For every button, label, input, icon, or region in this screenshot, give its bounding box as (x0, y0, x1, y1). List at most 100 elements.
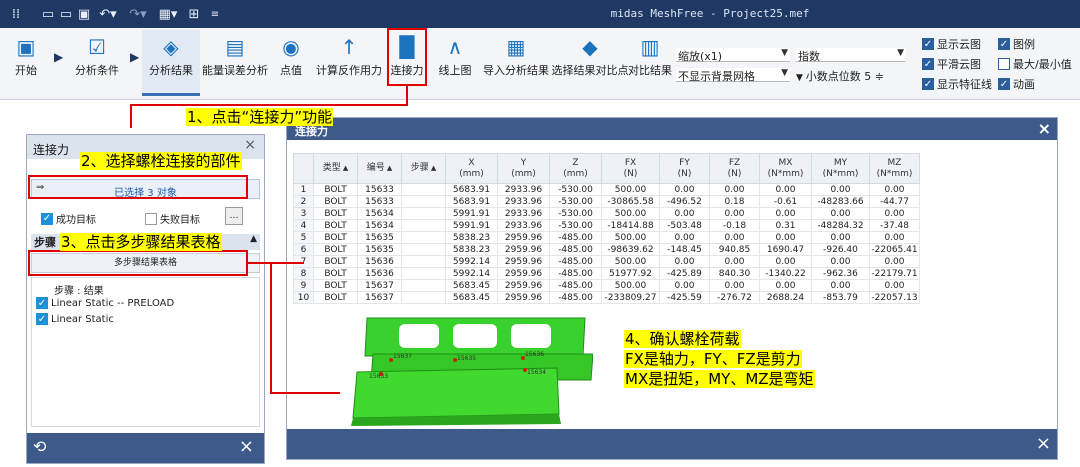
analysis-condition-button[interactable]: ☑ 分析条件 (66, 30, 128, 96)
result-table[interactable]: 类型 ▲ 编号 ▲ 步骤 ▲ X (mm) Y (mm) Z (mm) FX (N) FY (N) FZ(… (293, 153, 920, 304)
grid-icon[interactable]: ▦▾ (156, 6, 180, 22)
table-cell: 500.00 (601, 207, 660, 220)
import-result-icon: ▦ (506, 35, 526, 59)
close-icon[interactable]: × (1038, 119, 1051, 138)
legend-checkbox[interactable]: ✓ 图例 (998, 36, 1035, 52)
show-contour-checkbox[interactable]: ✓ 显示云图 (922, 36, 981, 52)
table-cell: -425.89 (659, 267, 710, 280)
step-item-preload[interactable]: ✓ Linear Static -- PRELOAD (36, 297, 174, 309)
column-header[interactable]: MX (N*mm) (759, 153, 812, 184)
save-icon[interactable]: ▣ (76, 6, 92, 22)
checkbox-icon: ✓ (998, 78, 1010, 90)
column-header[interactable]: MZ (N*mm) (869, 153, 920, 184)
notation-select[interactable]: 指数 ▼ (796, 48, 906, 63)
table-row[interactable]: 4 BOLT 15634 5991.91 2933.96 -530.00 -18414.88… (293, 219, 920, 232)
app-menu-icon[interactable]: ⁞⁞ (8, 6, 24, 22)
row-number: 2 (293, 195, 314, 208)
table-cell: 15637 (357, 291, 402, 304)
sort-icon[interactable]: ▲ (385, 164, 392, 172)
table-row[interactable]: 2 BOLT 15633 5683.91 2933.96 -530.00 -30865.58… (293, 195, 920, 208)
table-row[interactable]: 8 BOLT 15636 5992.14 2959.96 -485.00 51977.92-… (293, 267, 920, 280)
row-number: 8 (293, 267, 314, 280)
redo-icon[interactable]: ↷▾ (126, 6, 150, 22)
close-icon[interactable]: × (239, 436, 254, 457)
table-cell: 2959.96 (497, 255, 550, 268)
bolt-label: 15636 (525, 351, 544, 358)
decimal-control[interactable]: ▼ 小数点位数 5 ≑ (796, 68, 884, 84)
fail-target-checkbox[interactable]: 失败目标 (145, 211, 200, 226)
column-header[interactable]: MY (N*mm) (811, 153, 870, 184)
annotation-step-2: 2、选择螺栓连接的部件 (80, 152, 242, 170)
callout-line (130, 104, 132, 128)
table-cell: 0.00 (709, 279, 760, 292)
column-header[interactable]: 类型 ▲ (313, 153, 358, 184)
success-target-checkbox[interactable]: ✓ 成功目标 (41, 211, 96, 226)
table-row[interactable]: 6 BOLT 15635 5838.23 2959.96 -485.00 -98639.62… (293, 243, 920, 256)
compare-point-button[interactable]: ◆ 选择结果对比点 (550, 30, 630, 96)
table-row[interactable]: 10 BOLT 15637 5683.45 2959.96 -485.00 -233809.… (293, 291, 920, 304)
column-header[interactable] (293, 153, 314, 184)
table-cell: -48283.66 (811, 195, 870, 208)
scale-select[interactable]: 缩放(x1) ▼ (676, 48, 790, 63)
table-cell: 2959.96 (497, 243, 550, 256)
more-options-button[interactable]: … (225, 207, 243, 225)
table-cell (401, 255, 446, 268)
table-cell: -485.00 (549, 267, 602, 280)
row-number: 10 (293, 291, 314, 304)
table-row[interactable]: 7BOLT156365992.142959.96-485.00500.000.0… (293, 255, 920, 268)
checkbox-icon: ✓ (922, 58, 934, 70)
table-cell: 840.30 (709, 267, 760, 280)
analysis-result-button[interactable]: ◈ 分析结果 (142, 30, 200, 96)
connection-force-table-window: 连接力 × 类型 ▲ 编号 ▲ 步骤 ▲ X (mm) Y (mm) Z (mm) FX (N) FY… (286, 117, 1058, 460)
animation-checkbox[interactable]: ✓ 动画 (998, 76, 1035, 92)
table-row[interactable]: 9 BOLT 15637 5683.45 2959.96 -485.00 500.00 0.0… (293, 279, 920, 292)
table-cell: 0.00 (811, 255, 870, 268)
table-cell: -926.40 (811, 243, 870, 256)
line-graph-button[interactable]: ∧ 线上图 (436, 30, 474, 96)
sort-icon[interactable]: ▲ (341, 164, 348, 172)
background-select[interactable]: 不显示背景网格 ▼ (676, 68, 790, 83)
import-result-button[interactable]: ▦ 导入分析结果 (480, 30, 552, 96)
new-icon[interactable]: ▭ (40, 6, 56, 22)
open-icon[interactable]: ▭ (58, 6, 74, 22)
layout-icon[interactable]: ⊞ (186, 6, 202, 22)
energy-error-button[interactable]: ▤ 能量误差分析 (202, 30, 268, 96)
column-header[interactable]: Z (mm) (549, 153, 602, 184)
column-header[interactable]: 编号 ▲ (357, 153, 402, 184)
column-header[interactable]: 步骤 ▲ (401, 153, 446, 184)
point-value-button[interactable]: ◉ 点值 (274, 30, 308, 96)
sort-icon[interactable]: ▲ (429, 164, 436, 172)
bolt-model-view[interactable]: 15633 15634 15635 15636 15637 (343, 314, 593, 426)
column-header[interactable]: FY (N) (659, 153, 710, 184)
table-row[interactable]: 3 BOLT 15634 5991.91 2933.96 -530.00 500.00 0.0… (293, 207, 920, 220)
column-header[interactable]: FX (N) (601, 153, 660, 184)
close-icon[interactable]: × (1036, 433, 1051, 454)
reaction-force-button[interactable]: ↑ 计算反作用力 (314, 30, 384, 96)
feature-line-checkbox[interactable]: ✓ 显示特征线 (922, 76, 992, 92)
highlight-connection-force (387, 28, 427, 86)
highlight-selection (28, 175, 248, 199)
reset-icon[interactable]: ⟲ (33, 437, 46, 456)
chevron-down-icon: ▼ (781, 68, 788, 78)
column-header[interactable]: X (mm) (445, 153, 498, 184)
close-icon[interactable]: × (244, 137, 256, 153)
bolt-label: 15635 (457, 355, 476, 362)
bolt-label: 15637 (393, 353, 412, 360)
column-header[interactable]: Y (mm) (497, 153, 550, 184)
customize-icon[interactable]: ≡ (210, 6, 220, 22)
table-cell: 5992.14 (445, 267, 498, 280)
smooth-contour-checkbox[interactable]: ✓ 平滑云图 (922, 56, 981, 72)
step-item-linear-static[interactable]: ✓ Linear Static (36, 313, 114, 325)
spinner-icon[interactable]: ≑ (875, 70, 884, 83)
table-row[interactable]: 5 BOLT 15635 5838.23 2959.96 -485.00 500.00 0.0… (293, 231, 920, 244)
step-list: 步骤 : 结果 ✓ Linear Static -- PRELOAD ✓ Linea… (31, 277, 260, 427)
table-row[interactable]: 1 BOLT 15633 5683.91 2933.96 -530.00 500.00 0.0… (293, 183, 920, 196)
model-slot (399, 324, 439, 348)
max-min-checkbox[interactable]: 最大/最小值 (998, 56, 1072, 72)
start-button[interactable]: ▣ 开始 (6, 30, 46, 96)
table-cell: 0.00 (759, 183, 812, 196)
column-header[interactable]: FZ (N) (709, 153, 760, 184)
table-cell: BOLT (313, 291, 358, 304)
undo-icon[interactable]: ↶▾ (96, 6, 120, 22)
compare-result-button[interactable]: ▥ 对比结果 (628, 30, 672, 96)
